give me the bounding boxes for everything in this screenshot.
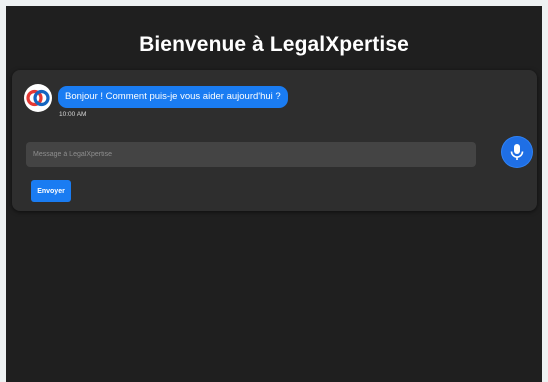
- microphone-button[interactable]: [502, 137, 532, 167]
- microphone-icon: [510, 144, 524, 160]
- bot-message-bubble: Bonjour ! Comment puis-je vous aider auj…: [58, 86, 288, 108]
- chat-container: Bonjour ! Comment puis-je vous aider auj…: [12, 70, 537, 211]
- message-timestamp: 10:00 AM: [59, 111, 87, 118]
- app-window: Bienvenue à LegalXpertise Bonjour ! Comm…: [6, 6, 542, 382]
- page-title: Bienvenue à LegalXpertise: [139, 33, 409, 56]
- send-button[interactable]: Envoyer: [31, 180, 71, 202]
- message-input[interactable]: [26, 142, 476, 167]
- bot-logo-icon: [24, 84, 52, 112]
